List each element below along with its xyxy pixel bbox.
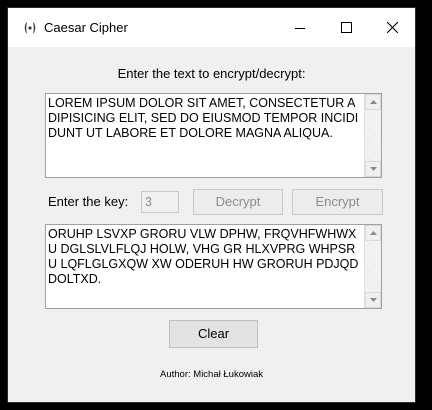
title-bar[interactable]: Caesar Cipher <box>8 8 415 47</box>
arrow-up-icon <box>369 100 377 104</box>
close-icon <box>386 22 398 33</box>
scroll-down-button[interactable] <box>365 292 381 308</box>
scroll-down-button[interactable] <box>365 161 381 177</box>
arrow-down-icon <box>369 298 377 302</box>
input-text: LOREM IPSUM DOLOR SIT AMET, CONSECTETUR … <box>48 96 359 140</box>
decrypt-button[interactable]: Decrypt <box>193 189 283 215</box>
maximize-button[interactable] <box>323 8 369 47</box>
encrypt-button[interactable]: Encrypt <box>292 189 383 215</box>
maximize-icon <box>340 22 352 33</box>
author-label: Author: Michał Łukowiak <box>160 369 263 380</box>
tk-feather-icon <box>24 22 36 34</box>
key-input[interactable]: 3 <box>141 191 179 213</box>
prompt-label: Enter the text to encrypt/decrypt: <box>117 66 306 81</box>
input-textarea[interactable]: LOREM IPSUM DOLOR SIT AMET, CONSECTETUR … <box>45 93 382 178</box>
close-button[interactable] <box>369 8 415 47</box>
arrow-down-icon <box>369 167 377 171</box>
clear-button[interactable]: Clear <box>169 320 258 348</box>
input-scrollbar[interactable] <box>364 94 381 177</box>
output-scrollbar[interactable] <box>364 225 381 308</box>
minimize-icon <box>295 27 305 29</box>
app-window: Caesar Cipher Enter the text to encrypt/… <box>8 8 415 402</box>
minimize-button[interactable] <box>277 8 323 47</box>
main-content: Enter the text to encrypt/decrypt: LOREM… <box>8 47 415 402</box>
window-title: Caesar Cipher <box>44 20 128 35</box>
output-text: ORUHP LSVXP GRORU VLW DPHW, FRQVHFWHWXU … <box>48 227 362 286</box>
arrow-up-icon <box>369 231 377 235</box>
output-textarea[interactable]: ORUHP LSVXP GRORU VLW DPHW, FRQVHFWHWXU … <box>45 224 382 309</box>
key-label: Enter the key: <box>48 194 129 209</box>
scroll-up-button[interactable] <box>365 94 381 110</box>
scroll-up-button[interactable] <box>365 225 381 241</box>
